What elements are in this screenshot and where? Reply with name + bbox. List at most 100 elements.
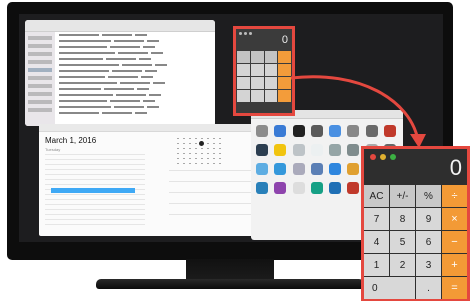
zoom-icon[interactable] bbox=[390, 154, 396, 160]
percent-key[interactable]: % bbox=[416, 185, 441, 207]
digit-0-key[interactable]: 0 bbox=[364, 277, 415, 299]
icloud-icon[interactable] bbox=[256, 163, 268, 175]
multiply-key[interactable]: × bbox=[442, 208, 467, 230]
list-item[interactable] bbox=[59, 40, 211, 44]
digit-9-key[interactable]: 9 bbox=[416, 208, 441, 230]
sidebar-item-applications[interactable] bbox=[28, 68, 52, 72]
mouse-icon[interactable] bbox=[310, 144, 323, 156]
digit-7-key[interactable]: 7 bbox=[364, 208, 389, 230]
calc-key-operator[interactable] bbox=[278, 90, 291, 102]
desktop-icon[interactable] bbox=[274, 125, 287, 137]
calc-key[interactable] bbox=[264, 64, 278, 76]
close-icon[interactable] bbox=[370, 154, 376, 160]
sidebar-item[interactable] bbox=[28, 92, 52, 96]
keyboard-icon[interactable] bbox=[292, 144, 305, 156]
calc-key-operator[interactable] bbox=[278, 64, 291, 76]
calculator-display-value: 0 bbox=[449, 155, 462, 180]
calendar-event[interactable] bbox=[51, 188, 135, 193]
list-item[interactable] bbox=[59, 112, 211, 116]
list-item[interactable] bbox=[59, 58, 211, 62]
list-item[interactable] bbox=[59, 52, 211, 56]
window-controls[interactable] bbox=[239, 32, 252, 35]
list-item[interactable] bbox=[59, 64, 211, 68]
calculator-window-small[interactable]: 0 bbox=[233, 26, 295, 116]
digit-1-key[interactable]: 1 bbox=[364, 254, 389, 276]
equals-key[interactable]: = bbox=[442, 277, 467, 299]
calc-key-operator[interactable] bbox=[278, 77, 291, 89]
sidebar-item[interactable] bbox=[28, 60, 52, 64]
sidebar-item[interactable] bbox=[28, 52, 52, 56]
trackpad-icon[interactable] bbox=[329, 144, 341, 156]
calc-key[interactable] bbox=[237, 90, 250, 102]
calc-key[interactable] bbox=[237, 77, 250, 89]
sidebar-item[interactable] bbox=[28, 108, 52, 112]
decimal-key[interactable]: . bbox=[416, 277, 441, 299]
security-icon[interactable] bbox=[347, 125, 360, 137]
calc-key[interactable] bbox=[237, 51, 250, 63]
app-store-icon[interactable] bbox=[256, 182, 268, 194]
divide-key[interactable]: ÷ bbox=[442, 185, 467, 207]
list-item[interactable] bbox=[59, 100, 211, 104]
calc-key[interactable] bbox=[250, 90, 264, 102]
internet-accounts-icon[interactable] bbox=[274, 163, 287, 175]
list-item[interactable] bbox=[59, 46, 211, 50]
today-marker bbox=[199, 141, 204, 146]
dock-icon[interactable] bbox=[292, 125, 305, 137]
date-time-icon[interactable] bbox=[292, 182, 305, 194]
calc-key[interactable] bbox=[250, 51, 264, 63]
minimize-icon[interactable] bbox=[380, 154, 386, 160]
list-item[interactable] bbox=[59, 82, 211, 86]
language-icon[interactable] bbox=[329, 125, 341, 137]
subtract-key[interactable]: − bbox=[442, 231, 467, 253]
sharing-icon[interactable] bbox=[347, 163, 360, 175]
digit-4-key[interactable]: 4 bbox=[364, 231, 389, 253]
mini-month-calendar[interactable] bbox=[175, 136, 223, 164]
spotlight-icon[interactable] bbox=[365, 125, 378, 137]
calendar-window[interactable]: March 1, 2016 Tuesday bbox=[39, 124, 267, 236]
flash-icon[interactable] bbox=[347, 182, 360, 194]
accessibility-icon[interactable] bbox=[329, 182, 341, 194]
sidebar-item[interactable] bbox=[28, 44, 52, 48]
digit-8-key[interactable]: 8 bbox=[390, 208, 415, 230]
mission-control-icon[interactable] bbox=[310, 125, 323, 137]
list-item[interactable] bbox=[59, 88, 211, 92]
time-machine-icon[interactable] bbox=[310, 182, 323, 194]
energy-icon[interactable] bbox=[274, 144, 287, 156]
bluetooth-icon[interactable] bbox=[329, 163, 341, 175]
calculator-keypad-small bbox=[236, 51, 292, 102]
digit-3-key[interactable]: 3 bbox=[416, 254, 441, 276]
finder-window[interactable] bbox=[25, 20, 215, 126]
calc-key[interactable] bbox=[250, 77, 264, 89]
digit-2-key[interactable]: 2 bbox=[390, 254, 415, 276]
sidebar-item[interactable] bbox=[28, 76, 52, 80]
list-item[interactable] bbox=[59, 70, 211, 74]
calc-key[interactable] bbox=[264, 90, 278, 102]
sidebar-item[interactable] bbox=[28, 84, 52, 88]
displays-icon[interactable] bbox=[256, 144, 268, 156]
calculator-window-zoomed[interactable]: 0 AC +/- % ÷ 7 8 9 × 4 5 6 − 1 2 3 + 0 .… bbox=[361, 146, 470, 301]
sign-toggle-key[interactable]: +/- bbox=[390, 185, 415, 207]
network-icon[interactable] bbox=[310, 163, 323, 175]
list-item[interactable] bbox=[59, 106, 211, 110]
sidebar-item[interactable] bbox=[28, 36, 52, 40]
calc-key[interactable] bbox=[250, 64, 264, 76]
extensions-icon[interactable] bbox=[292, 163, 305, 175]
digit-6-key[interactable]: 6 bbox=[416, 231, 441, 253]
calc-key[interactable] bbox=[237, 64, 250, 76]
dictation-icon[interactable] bbox=[274, 182, 287, 194]
list-item[interactable] bbox=[59, 34, 211, 38]
window-controls[interactable] bbox=[370, 154, 396, 160]
general-icon[interactable] bbox=[256, 125, 268, 137]
list-item[interactable] bbox=[59, 76, 211, 80]
finder-sidebar bbox=[25, 32, 55, 126]
calc-key-operator[interactable] bbox=[278, 51, 291, 63]
calc-key[interactable] bbox=[264, 77, 278, 89]
printers-icon[interactable] bbox=[347, 144, 360, 156]
digit-5-key[interactable]: 5 bbox=[390, 231, 415, 253]
notifications-icon[interactable] bbox=[383, 125, 396, 137]
calc-key[interactable] bbox=[264, 51, 278, 63]
add-key[interactable]: + bbox=[442, 254, 467, 276]
list-item[interactable] bbox=[59, 94, 211, 98]
sidebar-item[interactable] bbox=[28, 100, 52, 104]
all-clear-key[interactable]: AC bbox=[364, 185, 389, 207]
